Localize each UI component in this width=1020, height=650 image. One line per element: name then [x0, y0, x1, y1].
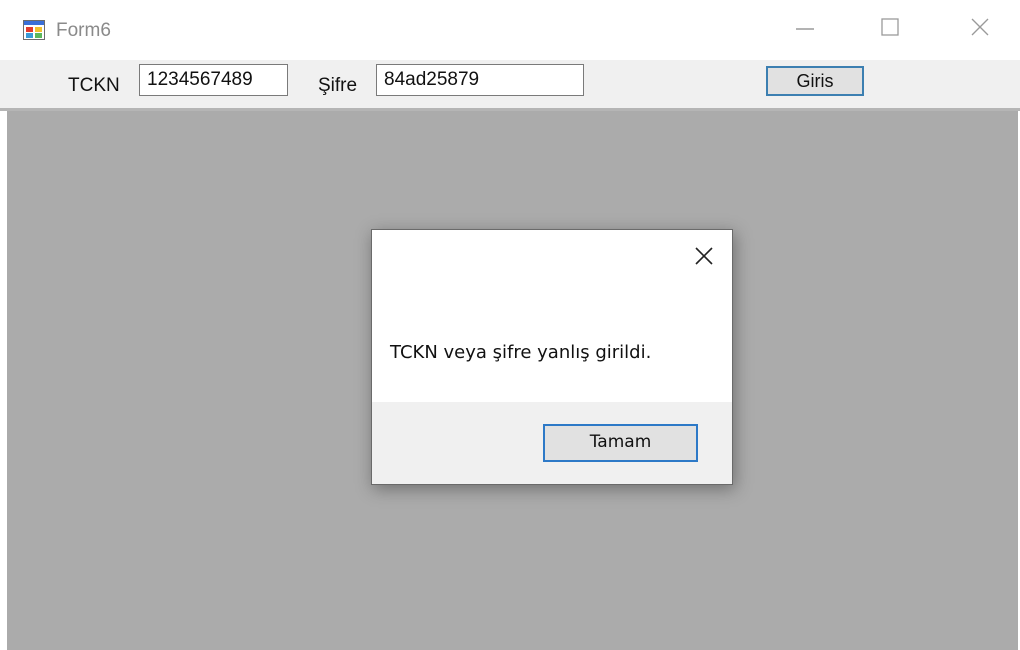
tckn-input[interactable]: 1234567489 [139, 64, 288, 96]
window-title: Form6 [56, 20, 111, 41]
dialog-close-button[interactable] [690, 244, 718, 272]
maximize-icon [879, 16, 901, 43]
tamam-button[interactable]: Tamam [543, 424, 698, 462]
title-bar[interactable]: Form6 [0, 0, 1020, 60]
close-button[interactable] [950, 0, 1010, 58]
close-icon [969, 16, 991, 43]
giris-button[interactable]: Giris [766, 66, 864, 96]
maximize-button[interactable] [860, 0, 920, 58]
login-toolbar: TCKN 1234567489 Şifre 84ad25879 Giris [0, 60, 1020, 111]
minimize-icon [794, 16, 816, 43]
close-icon [693, 245, 715, 272]
dialog-footer: Tamam [372, 402, 732, 484]
tckn-label: TCKN [68, 75, 120, 96]
dialog-message: TCKN veya şifre yanlış girildi. [390, 342, 652, 363]
sifre-input[interactable]: 84ad25879 [376, 64, 584, 96]
minimize-button[interactable] [775, 0, 835, 58]
form-app-icon [23, 20, 45, 40]
form6-window: Form6 TCKN 1234567489 Şifre 84ad25879 Gi… [0, 0, 1020, 650]
message-dialog: TCKN veya şifre yanlış girildi. Tamam [371, 229, 733, 485]
sifre-label: Şifre [318, 75, 358, 96]
